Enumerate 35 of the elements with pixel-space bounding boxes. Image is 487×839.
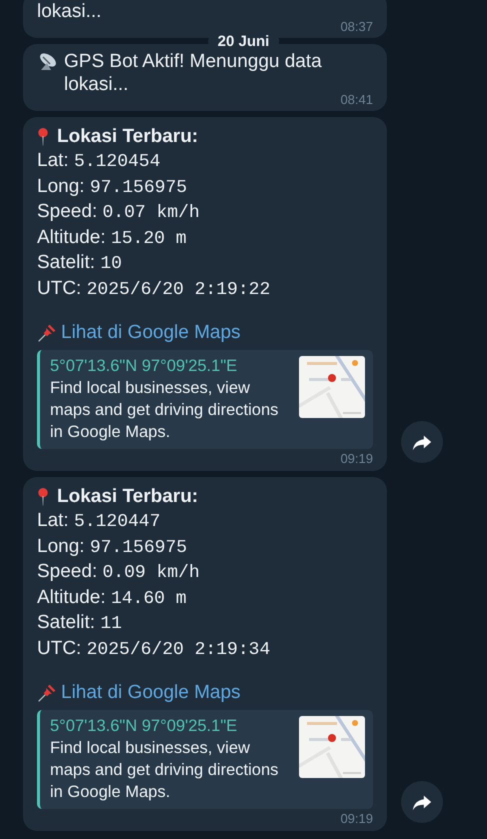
- message-title: Lokasi Terbaru:: [57, 125, 198, 149]
- data-line: Long: 97.156975: [37, 174, 188, 200]
- pushpin-icon: [37, 323, 57, 343]
- data-line: UTC: 2025/6/20 2:19:22: [37, 276, 272, 302]
- forward-button[interactable]: [401, 421, 443, 463]
- preview-description: Find local businesses, view maps and get driving directions in Google Maps.: [50, 378, 280, 443]
- message-text: lokasi...: [37, 0, 102, 23]
- preview-title: 5°07'13.6"N 97°09'25.1"E: [50, 356, 238, 377]
- message-time: 09:19: [340, 451, 373, 466]
- message-time: 08:37: [339, 20, 373, 34]
- message-time: 09:19: [340, 811, 373, 826]
- link-preview[interactable]: 5°07'13.6"N 97°09'25.1"E Find local businesses, view maps and get driving directions in Google Maps.: [37, 350, 373, 449]
- maps-link[interactable]: Lihat di Google Maps: [61, 320, 241, 346]
- data-line: UTC: 2025/6/20 2:19:34: [37, 636, 272, 662]
- map-pin-icon: [37, 127, 49, 147]
- data-line: Altitude: 14.60 m: [37, 586, 188, 610]
- message-title: Lokasi Terbaru:: [57, 485, 198, 509]
- satellite-dish-icon: [37, 51, 59, 71]
- map-pin-icon: [37, 487, 49, 507]
- data-line: Satelit: 10: [37, 251, 123, 276]
- preview-description: Find local businesses, view maps and get driving directions in Google Maps.: [50, 738, 280, 803]
- message-text: GPS Bot Aktif! Menunggu data lokasi...: [64, 50, 323, 96]
- data-line: Speed: 0.07 km/h: [37, 200, 201, 225]
- data-line: Speed: 0.09 km/h: [37, 560, 201, 585]
- message-time: 08:41: [339, 93, 373, 107]
- link-preview[interactable]: 5°07'13.6"N 97°09'25.1"E Find local businesses, view maps and get driving directions in Google Maps.: [37, 710, 373, 809]
- preview-title: 5°07'13.6"N 97°09'25.1"E: [50, 716, 238, 737]
- pushpin-icon: [37, 683, 57, 703]
- data-line: Long: 97.156975: [37, 534, 188, 560]
- maps-link[interactable]: Lihat di Google Maps: [61, 680, 241, 706]
- data-line: Lat: 5.120454: [37, 149, 162, 174]
- forward-button[interactable]: [401, 781, 443, 823]
- data-line: Satelit: 11: [37, 611, 123, 636]
- data-line: Lat: 5.120447: [37, 509, 162, 534]
- data-line: Altitude: 15.20 m: [37, 226, 188, 250]
